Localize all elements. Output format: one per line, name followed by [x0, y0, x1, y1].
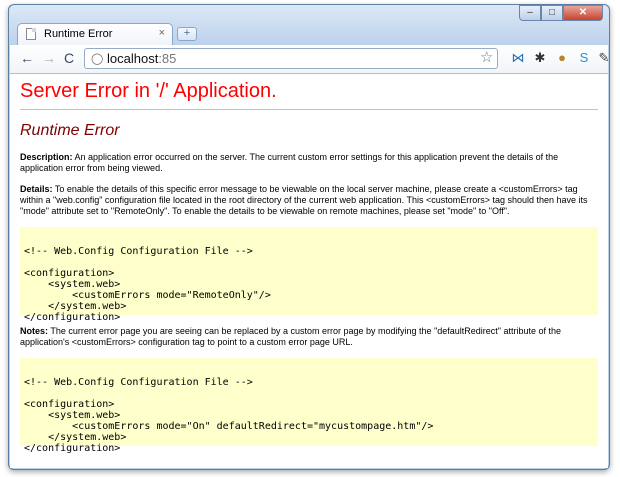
extension-cookie-icon[interactable]: ●: [554, 50, 570, 66]
close-button[interactable]: ✕: [563, 5, 603, 21]
page-favicon-icon: [26, 28, 36, 40]
window-controls: – □ ✕: [519, 5, 603, 23]
details-paragraph: Details: To enable the details of this s…: [20, 184, 598, 217]
tab-title: Runtime Error: [44, 28, 113, 40]
notes-paragraph: Notes: The current error page you are se…: [20, 326, 598, 348]
wrench-menu-icon[interactable]: ✎: [596, 50, 612, 66]
details-text: To enable the details of this specific e…: [20, 184, 588, 216]
details-label: Details:: [20, 184, 53, 194]
description-text: An application error occurred on the ser…: [20, 152, 559, 173]
config-code-block-remoteonly: <!-- Web.Config Configuration File --> <…: [20, 227, 598, 323]
maximize-button[interactable]: □: [541, 5, 563, 21]
page-content: Server Error in '/' Application. Runtime…: [10, 74, 608, 468]
back-button[interactable]: ←: [20, 51, 34, 65]
tab-runtime-error[interactable]: Runtime Error ×: [17, 23, 173, 45]
description-label: Description:: [20, 152, 73, 162]
bookmark-star-icon[interactable]: ☆: [480, 48, 493, 66]
config-code-block-custompage: <!-- Web.Config Configuration File --> <…: [20, 358, 598, 454]
forward-button[interactable]: →: [42, 51, 56, 65]
divider: [20, 109, 598, 110]
error-heading: Runtime Error: [20, 122, 120, 139]
extension-bug-icon[interactable]: ✱: [532, 50, 548, 66]
description-paragraph: Description: An application error occurr…: [20, 152, 598, 174]
tab-close-icon[interactable]: ×: [159, 27, 165, 39]
notes-text: The current error page you are seeing ca…: [20, 326, 562, 347]
browser-window: Runtime Error × + – □ ✕ ← → C ◯ localhos…: [8, 4, 610, 470]
browser-toolbar: ← → C ◯ localhost:85 ☆ ⋈ ✱ ● S ✎: [10, 45, 609, 74]
page-title: Server Error in '/' Application.: [20, 80, 277, 102]
minimize-button[interactable]: –: [519, 5, 541, 21]
extension-skype-icon[interactable]: S: [576, 50, 592, 66]
new-tab-button[interactable]: +: [177, 27, 197, 41]
url-text: localhost:85: [107, 51, 177, 66]
address-bar[interactable]: ◯ localhost:85: [84, 48, 498, 69]
reload-button[interactable]: C: [64, 51, 74, 65]
page-icon: ◯: [91, 53, 104, 65]
notes-label: Notes:: [20, 326, 49, 336]
extension-bowtie-icon[interactable]: ⋈: [510, 50, 526, 66]
